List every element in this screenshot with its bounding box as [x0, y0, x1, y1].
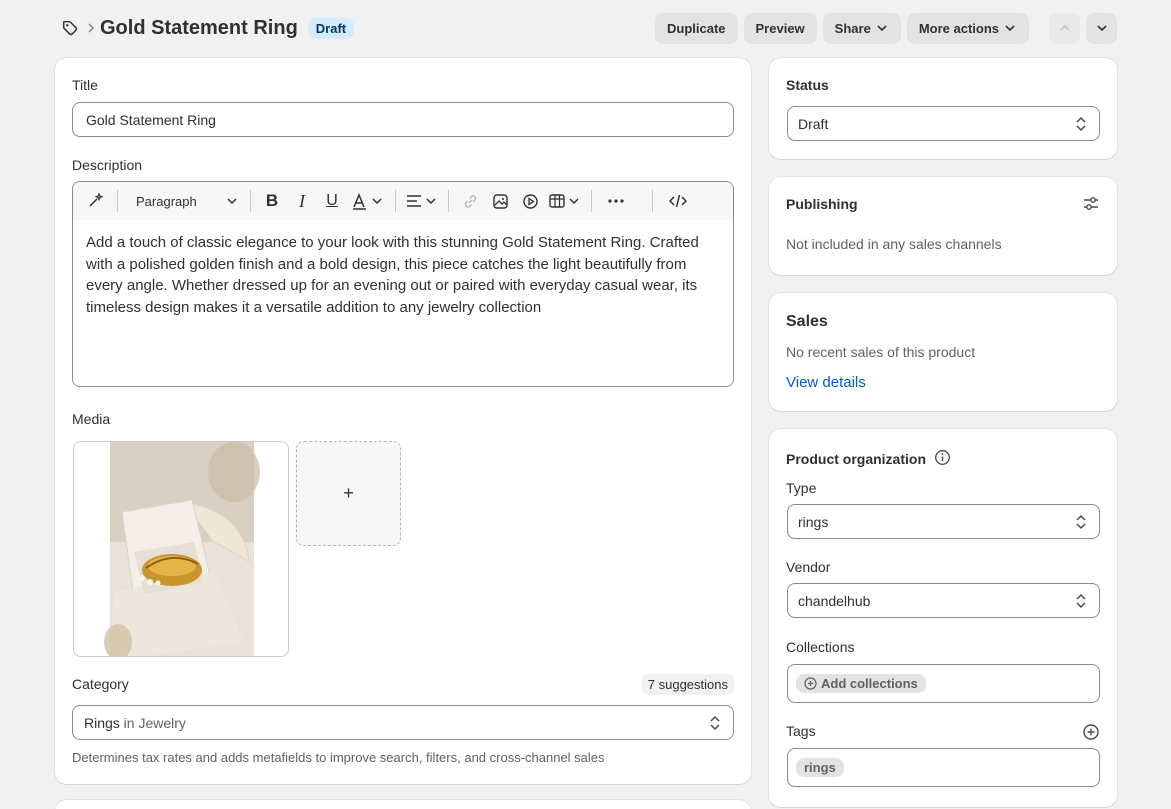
- more-actions-button[interactable]: More actions: [906, 12, 1029, 44]
- title-label: Title: [72, 77, 98, 93]
- tags-label: Tags: [786, 723, 816, 739]
- header-actions: Duplicate Preview Share More actions: [655, 12, 1117, 44]
- select-arrows-icon: [1075, 592, 1087, 610]
- sales-text: No recent sales of this product: [786, 344, 976, 360]
- category-value-strong: Rings: [84, 714, 120, 731]
- select-arrows-icon: [1075, 513, 1087, 531]
- category-value: Rings in Jewelry: [84, 715, 186, 731]
- publishing-heading: Publishing: [786, 196, 858, 212]
- magic-icon[interactable]: [81, 186, 111, 216]
- type-select[interactable]: rings: [787, 504, 1100, 539]
- status-heading: Status: [786, 77, 829, 93]
- category-help-text: Determines tax rates and adds metafields…: [72, 750, 605, 765]
- category-label: Category: [72, 676, 129, 692]
- previous-product-button[interactable]: [1049, 12, 1080, 44]
- add-collections-button[interactable]: Add collections: [796, 674, 926, 693]
- align-icon[interactable]: [402, 186, 442, 216]
- paragraph-select[interactable]: Paragraph: [124, 194, 244, 209]
- preview-button[interactable]: Preview: [743, 12, 817, 44]
- tag-chip[interactable]: rings: [796, 758, 844, 777]
- code-icon[interactable]: [663, 186, 693, 216]
- collections-label: Collections: [786, 639, 855, 655]
- category-select[interactable]: Rings in Jewelry: [72, 705, 734, 740]
- status-badge: Draft: [307, 17, 355, 39]
- title-input[interactable]: Gold Statement Ring: [72, 102, 734, 137]
- sales-heading: Sales: [786, 313, 828, 330]
- chevron-down-icon: [1096, 25, 1107, 32]
- product-organization-card: Product organization Type rings Vendor c…: [769, 429, 1117, 807]
- text-color-icon[interactable]: [347, 186, 389, 216]
- description-text[interactable]: Add a touch of classic elegance to your …: [73, 220, 733, 386]
- chevron-down-icon: [1005, 25, 1015, 32]
- more-icon[interactable]: [598, 186, 634, 216]
- underline-icon[interactable]: U: [317, 186, 347, 216]
- status-select-value: Draft: [798, 115, 829, 132]
- product-image[interactable]: [73, 441, 289, 657]
- next-card: [55, 800, 751, 809]
- info-icon[interactable]: [934, 449, 951, 469]
- vendor-label: Vendor: [786, 559, 831, 575]
- media-label: Media: [72, 411, 111, 427]
- title-input-value: Gold Statement Ring: [86, 111, 216, 128]
- image-icon[interactable]: [485, 186, 515, 216]
- description-editor[interactable]: Paragraph B I U Add a touch of classic e…: [72, 181, 734, 387]
- bold-icon[interactable]: B: [257, 186, 287, 216]
- chevron-right-icon: [86, 22, 96, 34]
- paragraph-select-label: Paragraph: [136, 193, 197, 209]
- description-label: Description: [72, 157, 143, 173]
- page-header: Gold Statement Ring Draft Duplicate Prev…: [54, 12, 1117, 44]
- more-actions-label: More actions: [918, 20, 999, 36]
- duplicate-button[interactable]: Duplicate: [655, 12, 738, 44]
- ring-photo-image: [74, 442, 288, 656]
- next-product-button[interactable]: [1086, 12, 1117, 44]
- organization-heading: Product organization: [786, 451, 926, 467]
- vendor-select[interactable]: chandelhub: [787, 583, 1100, 618]
- link-icon[interactable]: [455, 186, 485, 216]
- chevron-up-icon: [1059, 24, 1070, 31]
- share-button[interactable]: Share: [822, 12, 901, 44]
- publishing-text: Not included in any sales channels: [786, 236, 1002, 252]
- type-label: Type: [786, 480, 817, 496]
- share-button-label: Share: [834, 20, 871, 36]
- sales-card: Sales No recent sales of this product Vi…: [769, 293, 1117, 411]
- add-collections-label: Add collections: [821, 676, 918, 691]
- category-suggestions-badge[interactable]: 7 suggestions: [641, 674, 734, 695]
- tags-field[interactable]: rings: [787, 748, 1100, 787]
- chevron-down-icon: [227, 198, 237, 205]
- sliders-icon[interactable]: [1082, 195, 1100, 216]
- plus-circle-icon: [804, 677, 817, 690]
- publishing-card: Publishing Not included in any sales cha…: [769, 177, 1117, 275]
- select-arrows-icon: [1075, 115, 1087, 133]
- plus-circle-icon[interactable]: [1082, 723, 1100, 744]
- chevron-down-icon: [877, 25, 887, 32]
- page-title: Gold Statement Ring: [100, 16, 298, 39]
- editor-toolbar: Paragraph B I U: [73, 182, 733, 220]
- video-icon[interactable]: [515, 186, 545, 216]
- view-details-link[interactable]: View details: [786, 374, 866, 391]
- tag-icon[interactable]: [56, 14, 84, 42]
- organization-heading-row: Product organization: [786, 449, 951, 469]
- type-select-value: rings: [798, 513, 829, 530]
- select-arrows-icon: [709, 714, 721, 732]
- status-select[interactable]: Draft: [787, 106, 1100, 141]
- table-icon[interactable]: [545, 186, 585, 216]
- collections-field[interactable]: Add collections: [787, 664, 1100, 703]
- add-media-button[interactable]: +: [296, 441, 401, 546]
- category-value-rest: in Jewelry: [119, 714, 186, 731]
- italic-icon[interactable]: I: [287, 186, 317, 216]
- product-details-card: Title Gold Statement Ring Description Pa…: [55, 58, 751, 784]
- status-card: Status Draft: [769, 58, 1117, 159]
- vendor-select-value: chandelhub: [798, 592, 871, 609]
